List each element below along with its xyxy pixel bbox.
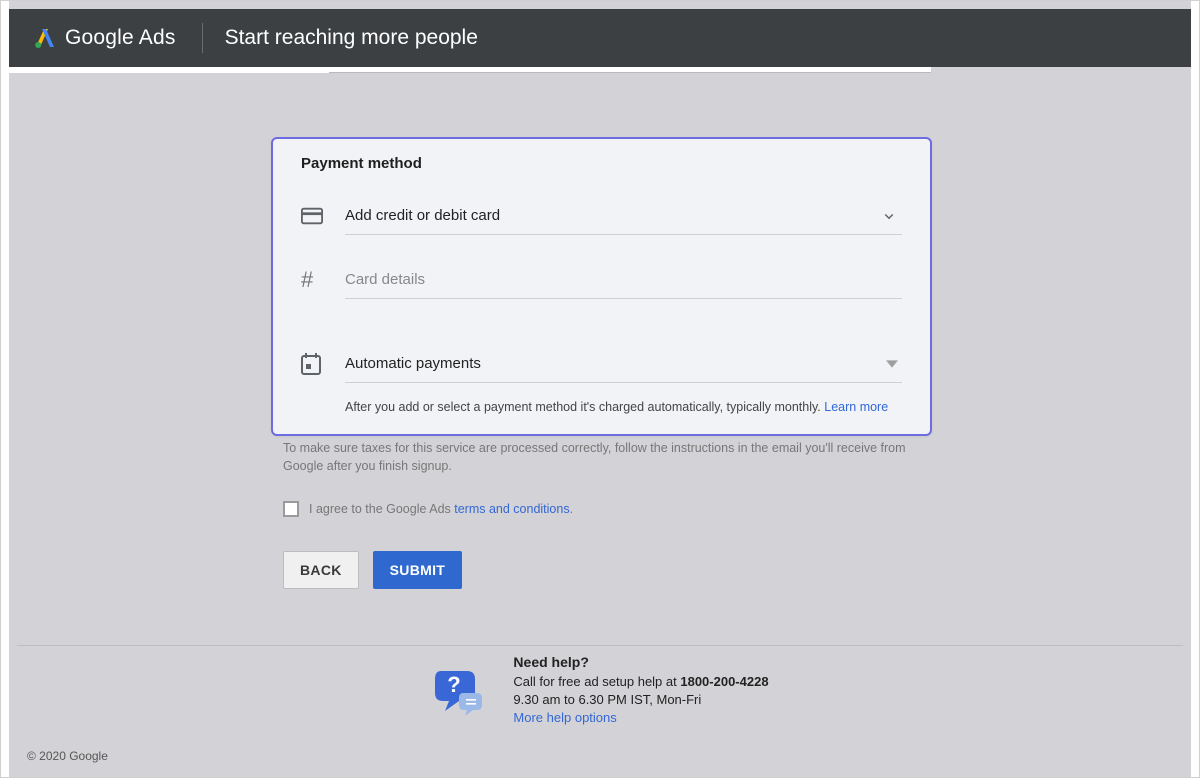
agree-checkbox[interactable] [283, 501, 299, 517]
agree-row: I agree to the Google Ads terms and cond… [283, 501, 920, 517]
tax-note: To make sure taxes for this service are … [283, 439, 920, 475]
calendar-icon [301, 353, 321, 375]
auto-payments-row[interactable]: Automatic payments [301, 342, 902, 386]
help-phone-line: Call for free ad setup help at 1800-200-… [513, 673, 768, 691]
google-ads-logo: Google Ads [33, 26, 176, 50]
hash-icon: # [301, 267, 313, 293]
add-card-select[interactable]: Add credit or debit card [345, 197, 902, 235]
card-details-row: # [301, 258, 902, 302]
help-section: ? Need help? Call for free ad setup help… [17, 645, 1183, 735]
top-white-strip [9, 67, 329, 73]
help-text-block: Need help? Call for free ad setup help a… [513, 653, 768, 727]
brand-text: Google Ads [65, 26, 176, 50]
payment-method-card: Payment method Add credit or debit card … [271, 137, 932, 436]
credit-card-icon [301, 207, 323, 225]
help-icon: ? [431, 663, 487, 719]
agree-text: I agree to the Google Ads terms and cond… [309, 502, 573, 516]
previous-section-bottom-border [329, 67, 931, 73]
page-title: Start reaching more people [225, 26, 478, 50]
add-card-row[interactable]: Add credit or debit card [301, 194, 902, 238]
help-title: Need help? [513, 653, 768, 673]
header-separator [202, 23, 203, 53]
dropdown-triangle-icon [886, 358, 898, 370]
learn-more-link[interactable]: Learn more [824, 400, 888, 414]
payment-method-title: Payment method [301, 155, 902, 172]
auto-payments-select[interactable]: Automatic payments [345, 345, 902, 383]
help-hours: 9.30 am to 6.30 PM IST, Mon-Fri [513, 691, 768, 709]
terms-link[interactable]: terms and conditions [454, 502, 569, 516]
google-ads-logo-icon [33, 26, 57, 50]
app-header: Google Ads Start reaching more people [9, 9, 1191, 67]
auto-payments-help-text: After you add or select a payment method… [345, 400, 902, 414]
chevron-down-icon [880, 207, 898, 225]
submit-button[interactable]: SUBMIT [373, 551, 462, 589]
more-help-link[interactable]: More help options [513, 710, 616, 725]
back-button[interactable]: BACK [283, 551, 359, 589]
svg-text:?: ? [448, 672, 461, 697]
button-row: BACK SUBMIT [283, 551, 462, 589]
footer-copyright: © 2020 Google [27, 749, 108, 763]
card-details-input[interactable] [345, 261, 902, 299]
